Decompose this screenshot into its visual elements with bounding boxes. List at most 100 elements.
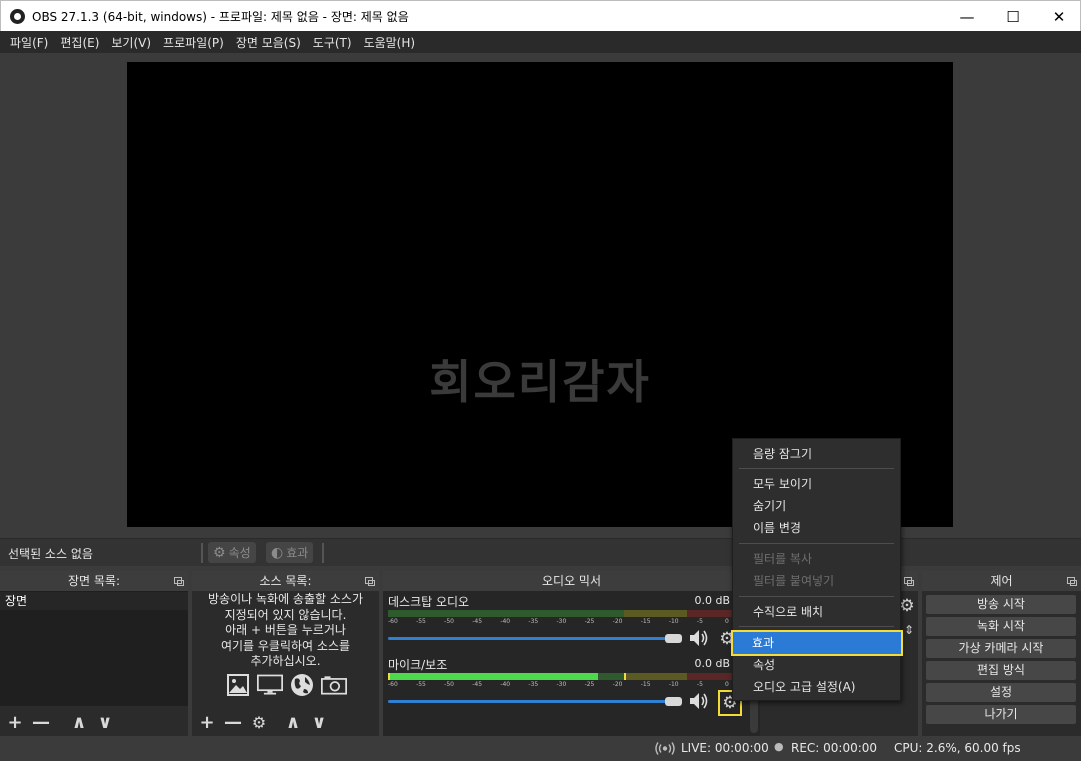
remove-scene-button[interactable]: — <box>30 711 52 733</box>
volume-meter <box>388 610 733 617</box>
menu-scene-collection[interactable]: 장면 모음(S) <box>230 34 307 51</box>
float-dock-icon[interactable] <box>365 577 375 586</box>
filters-button[interactable]: ◐ 효과 <box>266 542 314 563</box>
add-scene-button[interactable]: + <box>4 711 26 733</box>
scene-item[interactable]: 장면 <box>0 592 188 610</box>
start-recording-button[interactable]: 녹화 시작 <box>926 617 1076 636</box>
float-dock-icon[interactable] <box>174 577 184 586</box>
properties-button[interactable]: ⚙ 속성 <box>208 542 256 563</box>
db-tick-label: -20 <box>612 618 623 625</box>
remove-source-button[interactable]: — <box>222 711 244 733</box>
scenes-header: 장면 목록: <box>0 571 188 591</box>
no-source-selected-label: 선택된 소스 없음 <box>8 547 93 561</box>
start-virtual-camera-button[interactable]: 가상 카메라 시작 <box>926 639 1076 658</box>
menu-view[interactable]: 보기(V) <box>105 34 157 51</box>
sources-header: 소스 목록: <box>192 571 379 591</box>
menu-item-advanced-audio[interactable]: 오디오 고급 설정(A) <box>734 676 899 698</box>
db-tick-label: -15 <box>640 681 651 688</box>
speaker-icon[interactable] <box>689 629 709 647</box>
menu-edit[interactable]: 편집(E) <box>54 34 105 51</box>
menu-item-rename[interactable]: 이름 변경 <box>734 517 899 539</box>
db-tick-label: -30 <box>556 618 567 625</box>
record-icon: ● <box>774 740 784 753</box>
db-tick-label: 0 <box>725 681 729 688</box>
scenes-dock: 장면 목록: 장면 + — ∧ ∨ <box>0 571 188 736</box>
menu-help[interactable]: 도움말(H) <box>358 34 422 51</box>
meter-level-fill <box>388 673 599 680</box>
sources-toolbar: + — ⚙ ∧ ∨ <box>192 708 379 736</box>
menu-item-vertical-layout[interactable]: 수직으로 배치 <box>734 601 899 623</box>
obs-logo-icon <box>10 9 25 24</box>
globe-icon <box>289 673 315 697</box>
menu-item-filters[interactable]: 효과 <box>731 630 903 656</box>
menu-item-paste-filters[interactable]: 필터를 붙여넣기 <box>734 570 899 592</box>
db-scale: -60 -55 -50 -45 -40 -35 -30 -25 -20 -15 -10 -5 0 <box>388 681 733 690</box>
spinner-arrows-icon[interactable]: ⇕ <box>898 619 920 641</box>
menu-item-unhide-all[interactable]: 모두 보이기 <box>734 473 899 495</box>
menu-separator <box>739 468 894 469</box>
volume-slider-handle[interactable] <box>665 697 682 706</box>
db-tick-label: -50 <box>444 681 454 688</box>
menu-bar: 파일(F) 편집(E) 보기(V) 프로파일(P) 장면 모음(S) 도구(T)… <box>0 31 1081 53</box>
db-tick-label: -35 <box>528 618 539 625</box>
controls-header: 제어 <box>922 571 1081 591</box>
menu-tools[interactable]: 도구(T) <box>307 34 358 51</box>
db-tick-label: -25 <box>584 618 595 625</box>
volume-slider[interactable] <box>388 637 668 640</box>
mixer-context-menu: 음량 잠그기 모두 보이기 숨기기 이름 변경 필터를 복사 필터를 붙여넣기 … <box>731 438 903 701</box>
live-status: LIVE: 00:00:00 <box>681 741 769 755</box>
image-icon <box>225 673 251 697</box>
speaker-icon[interactable] <box>689 692 709 710</box>
move-source-up-button[interactable]: ∧ <box>282 711 304 733</box>
menu-item-properties[interactable]: 속성 <box>734 654 899 676</box>
window-title: OBS 27.1.3 (64-bit, windows) - 프로파일: 제목 … <box>32 10 409 24</box>
db-tick-label: -15 <box>640 618 651 625</box>
studio-mode-button[interactable]: 편집 방식 <box>926 661 1076 680</box>
minimize-button[interactable]: — <box>944 1 990 32</box>
controls-title: 제어 <box>990 574 1013 588</box>
close-button[interactable]: ✕ <box>1036 1 1081 32</box>
move-scene-down-button[interactable]: ∨ <box>94 711 116 733</box>
source-settings-button[interactable]: ⚙ <box>248 711 270 733</box>
menu-item-hide[interactable]: 숨기기 <box>734 495 899 517</box>
sources-dock: 소스 목록: 방송이나 녹화에 송출할 소스가 지정되어 있지 않습니다. 아래… <box>192 571 379 736</box>
float-dock-icon[interactable] <box>1067 577 1077 586</box>
menu-separator <box>739 543 894 544</box>
move-scene-up-button[interactable]: ∧ <box>68 711 90 733</box>
db-tick-label: -5 <box>696 618 703 625</box>
move-source-down-button[interactable]: ∨ <box>308 711 330 733</box>
maximize-button[interactable]: ☐ <box>990 1 1036 32</box>
db-tick-label: -55 <box>416 618 426 625</box>
properties-label: 속성 <box>228 546 251 560</box>
db-tick-label: -40 <box>500 618 511 625</box>
exit-button[interactable]: 나가기 <box>926 705 1076 724</box>
channel-db: 0.0 dB <box>694 594 730 607</box>
db-tick-label: -55 <box>416 681 426 688</box>
status-bar: LIVE: 00:00:00 ● REC: 00:00:00 CPU: 2.6%… <box>0 737 1081 761</box>
db-tick-label: -60 <box>388 681 398 688</box>
menu-file[interactable]: 파일(F) <box>4 34 54 51</box>
add-source-button[interactable]: + <box>196 711 218 733</box>
scenes-toolbar: + — ∧ ∨ <box>0 708 188 736</box>
settings-button[interactable]: 설정 <box>926 683 1076 702</box>
db-tick-label: -40 <box>500 681 511 688</box>
mixer-body: 데스크탑 오디오 0.0 dB -60 -55 -50 -45 -40 -35 -30 -25… <box>383 591 760 736</box>
db-tick-label: -30 <box>556 681 567 688</box>
menu-profile[interactable]: 프로파일(P) <box>157 34 230 51</box>
menu-item-copy-filters[interactable]: 필터를 복사 <box>734 548 899 570</box>
menu-separator <box>739 626 894 627</box>
empty-sources-hint: 방송이나 녹화에 송출할 소스가 지정되어 있지 않습니다. 아래 + 버튼을 … <box>208 592 363 668</box>
source-type-icons <box>225 673 347 697</box>
volume-slider-handle[interactable] <box>665 634 682 643</box>
volume-slider[interactable] <box>388 700 668 703</box>
filters-label: 효과 <box>286 546 309 560</box>
float-dock-icon[interactable] <box>904 577 914 586</box>
db-tick-label: -35 <box>528 681 539 688</box>
db-tick-label: -10 <box>668 618 679 625</box>
channel-name: 데스크탑 오디오 <box>388 595 470 609</box>
mixer-header: 오디오 믹서 <box>383 571 760 591</box>
menu-item-lock-volume[interactable]: 음량 잠그기 <box>734 443 899 465</box>
db-tick-label: -50 <box>444 618 454 625</box>
channel-name: 마이크/보조 <box>388 658 448 672</box>
start-streaming-button[interactable]: 방송 시작 <box>926 595 1076 614</box>
